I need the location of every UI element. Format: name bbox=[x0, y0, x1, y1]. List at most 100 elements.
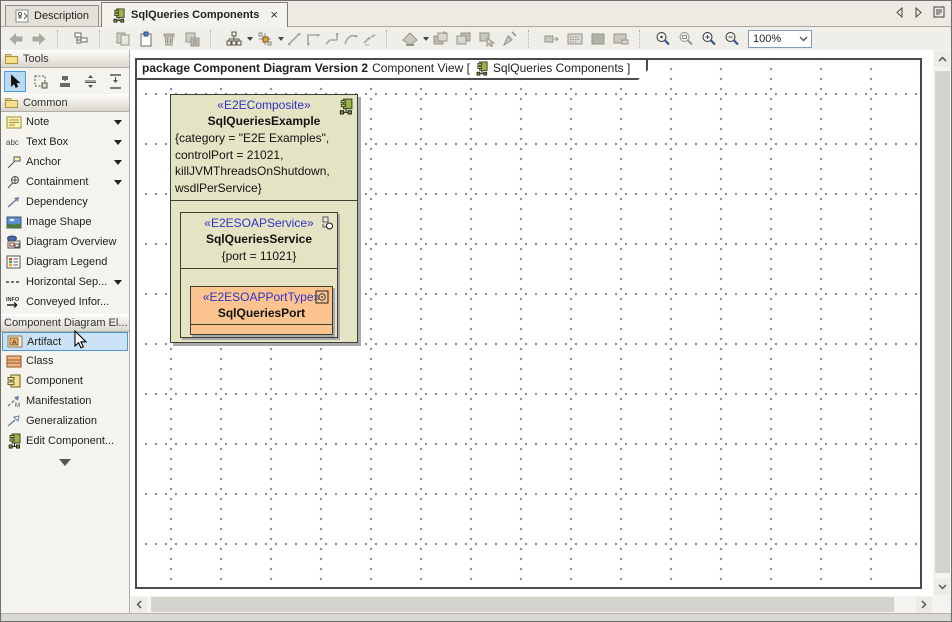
palette-item-generalization[interactable]: Generalization bbox=[1, 411, 129, 431]
forward-button[interactable] bbox=[28, 29, 50, 49]
zoom-1-1-button[interactable] bbox=[652, 29, 674, 49]
autosize-button[interactable] bbox=[541, 29, 563, 49]
palette-item-conveyed-information[interactable]: INFO Conveyed Infor... bbox=[1, 292, 129, 312]
dropdown-icon[interactable] bbox=[114, 160, 122, 165]
scroll-right-button[interactable] bbox=[916, 597, 932, 613]
diagram-overview-icon bbox=[5, 235, 22, 249]
frame-diagram-name: SqlQueries Components ] bbox=[493, 61, 630, 75]
shape-style-dropdown-icon[interactable] bbox=[423, 37, 429, 41]
pointer-icon bbox=[8, 74, 22, 89]
composite-header-compartment: «E2EComposite» SqlQueriesExample {catego… bbox=[171, 95, 357, 201]
paste-button[interactable] bbox=[135, 29, 157, 49]
toolbar-separator bbox=[99, 30, 108, 48]
palette-section-component-elements[interactable]: Component Diagram El... bbox=[1, 314, 129, 332]
delete-button[interactable] bbox=[158, 29, 180, 49]
quick-layout-button[interactable] bbox=[254, 29, 276, 49]
dropdown-icon[interactable] bbox=[114, 120, 122, 125]
palette-item-text-box[interactable]: abc Text Box bbox=[1, 132, 129, 152]
palette-item-anchor[interactable]: Anchor bbox=[1, 152, 129, 172]
component-diagram-icon bbox=[111, 8, 126, 23]
select-in-containment-tree-button[interactable] bbox=[70, 29, 92, 49]
copy-button[interactable] bbox=[112, 29, 134, 49]
palette-item-image-shape[interactable]: Image Shape bbox=[1, 212, 129, 232]
layout-button[interactable] bbox=[223, 29, 245, 49]
palette-item-diagram-overview[interactable]: Diagram Overview bbox=[1, 232, 129, 252]
quick-layout-dropdown-icon[interactable] bbox=[278, 37, 284, 41]
scrollbar-corner bbox=[933, 596, 951, 613]
zoom-in-icon bbox=[701, 31, 717, 47]
service-node-sqlqueriesservice[interactable]: «E2ESOAPService» SqlQueriesService {port… bbox=[180, 212, 338, 338]
text-box-icon: abc bbox=[5, 136, 22, 148]
palette-item-diagram-legend[interactable]: Diagram Legend bbox=[1, 252, 129, 272]
line-oblique-button[interactable] bbox=[323, 29, 341, 49]
tab-sqlqueries-components[interactable]: SqlQueries Components × bbox=[101, 2, 288, 27]
palette-item-horizontal-separator[interactable]: Horizontal Sep... bbox=[1, 272, 129, 292]
scroll-tabs-left-icon[interactable] bbox=[895, 7, 904, 18]
tab-sqlqueries-label: SqlQueries Components bbox=[131, 9, 259, 21]
palette-item-dependency[interactable]: Dependency bbox=[1, 192, 129, 212]
line-custom-icon bbox=[363, 32, 377, 46]
palette-section-common[interactable]: Common bbox=[1, 94, 129, 112]
scroll-left-button[interactable] bbox=[131, 597, 147, 613]
line-custom-button[interactable] bbox=[361, 29, 379, 49]
horizontal-separator-icon bbox=[5, 278, 22, 286]
dropdown-icon[interactable] bbox=[114, 280, 122, 285]
scroll-tabs-right-icon[interactable] bbox=[914, 7, 923, 18]
back-button[interactable] bbox=[5, 29, 27, 49]
tab-close-icon[interactable]: × bbox=[270, 10, 278, 20]
service-constraint: {port = 11021} bbox=[181, 248, 337, 265]
horizontal-scroll-thumb[interactable] bbox=[151, 597, 894, 612]
scroll-up-button[interactable] bbox=[934, 51, 950, 67]
palette-item-component[interactable]: Component bbox=[1, 371, 129, 391]
toolbar-separator bbox=[386, 30, 395, 48]
line-curved-button[interactable] bbox=[342, 29, 360, 49]
palette-item-containment[interactable]: Containment bbox=[1, 172, 129, 192]
vertical-fit-tool-button[interactable] bbox=[104, 71, 126, 92]
bring-to-front-button[interactable] bbox=[430, 29, 452, 49]
palette-item-class[interactable]: Class bbox=[1, 351, 129, 371]
dropdown-icon[interactable] bbox=[114, 180, 122, 185]
fit-in-window-button[interactable] bbox=[675, 29, 697, 49]
diagram-viewport[interactable]: package Component Diagram Version 2 Comp… bbox=[130, 50, 933, 596]
line-rectilinear-button[interactable] bbox=[304, 29, 322, 49]
show-stereotypes-button[interactable] bbox=[610, 29, 632, 49]
dropdown-icon[interactable] bbox=[114, 140, 122, 145]
zoom-level-combobox[interactable]: 100% bbox=[748, 30, 812, 48]
zoom-out-button[interactable] bbox=[721, 29, 743, 49]
diagram-frame[interactable]: package Component Diagram Version 2 Comp… bbox=[135, 58, 922, 589]
tab-description[interactable]: Description bbox=[5, 5, 99, 26]
pointer-tool-button[interactable] bbox=[4, 71, 26, 92]
select-related-button[interactable] bbox=[476, 29, 498, 49]
palette-item-edit-component[interactable]: Edit Component... bbox=[1, 431, 129, 451]
tab-list-icon[interactable] bbox=[933, 6, 945, 18]
vertical-scroll-thumb[interactable] bbox=[935, 71, 950, 573]
palette-item-note[interactable]: Note bbox=[1, 112, 129, 132]
port-stereotype: «E2ESOAPPortType» bbox=[191, 290, 332, 305]
diagram-frame-header[interactable]: package Component Diagram Version 2 Comp… bbox=[135, 58, 648, 80]
vertical-distribute-tool-button[interactable] bbox=[79, 71, 101, 92]
palette-item-manifestation[interactable]: M Manifestation bbox=[1, 391, 129, 411]
port-node-sqlqueriesport[interactable]: «E2ESOAPPortType» SqlQueriesPort bbox=[190, 286, 333, 335]
send-to-back-button[interactable] bbox=[453, 29, 475, 49]
horizontal-scrollbar[interactable] bbox=[130, 596, 933, 613]
refresh-shape-button[interactable] bbox=[499, 29, 521, 49]
paste-with-data-button[interactable] bbox=[181, 29, 203, 49]
composite-node-sqlqueriesexample[interactable]: «E2EComposite» SqlQueriesExample {catego… bbox=[170, 94, 358, 343]
shape-style-button[interactable] bbox=[399, 29, 421, 49]
edit-compartments-button[interactable] bbox=[564, 29, 586, 49]
palette-item-artifact[interactable]: A Artifact bbox=[2, 332, 128, 351]
palette-scroll-down-icon[interactable] bbox=[59, 459, 71, 466]
palette-section-tools[interactable]: Tools bbox=[1, 50, 129, 68]
line-oblique-icon bbox=[325, 32, 339, 46]
fill-color-button[interactable] bbox=[587, 29, 609, 49]
scroll-down-button[interactable] bbox=[934, 579, 950, 595]
marquee-select-tool-button[interactable] bbox=[29, 71, 51, 92]
diagram-palette: Tools Common Note abc Text Box bbox=[1, 50, 130, 613]
port-corner-icon bbox=[315, 290, 329, 304]
vertical-scrollbar[interactable] bbox=[933, 50, 951, 596]
line-straight-button[interactable] bbox=[285, 29, 303, 49]
combobox-dropdown-icon[interactable] bbox=[795, 31, 811, 47]
zoom-in-button[interactable] bbox=[698, 29, 720, 49]
layout-dropdown-icon[interactable] bbox=[247, 37, 253, 41]
sticky-tool-button[interactable] bbox=[54, 71, 76, 92]
